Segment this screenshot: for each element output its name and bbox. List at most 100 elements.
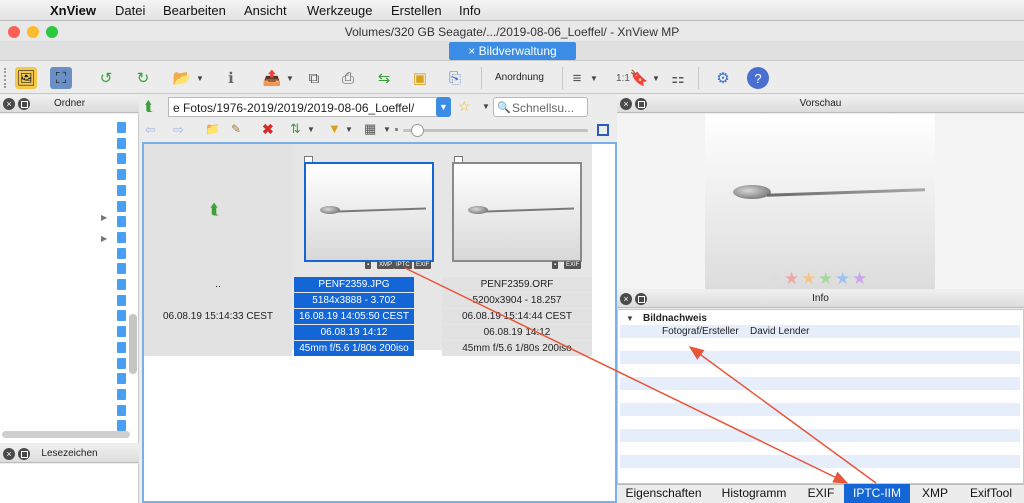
back-arrow-icon[interactable]: ⇦	[145, 122, 156, 138]
file-browser-area[interactable]: ⮬ ▪ XMP IPTC EXIF ▪ EXIF .. 06.08.19 15:…	[142, 142, 617, 503]
folder-icon[interactable]	[117, 216, 126, 228]
rotate-left-icon[interactable]: ↺	[95, 67, 117, 89]
rating-stars[interactable]: ★ ★ ★ ★ ★ ★	[767, 269, 877, 289]
parent-folder-icon[interactable]: ⮬	[145, 98, 153, 115]
tab-eigenschaften[interactable]: Eigenschaften	[619, 484, 708, 503]
properties-icon[interactable]: ℹ	[220, 67, 242, 89]
compare-icon[interactable]: ⧉	[303, 67, 325, 89]
folder-icon[interactable]	[117, 310, 126, 322]
menu-info[interactable]: Info	[459, 3, 481, 18]
tab-bildverwaltung[interactable]: × Bildverwaltung	[449, 42, 576, 60]
tab-xmp[interactable]: XMP	[914, 484, 956, 503]
menu-ansicht[interactable]: Ansicht	[244, 3, 287, 18]
bookmarks-list[interactable]	[0, 464, 139, 503]
fullscreen-icon[interactable]: ⛶	[50, 67, 72, 89]
float-panel-icon[interactable]	[18, 448, 30, 460]
tab-close-icon[interactable]: ×	[468, 44, 475, 58]
folder-icon[interactable]	[117, 294, 126, 306]
close-panel-icon[interactable]: ×	[620, 98, 632, 110]
toolbar-grip[interactable]	[4, 68, 7, 88]
rotate-right-icon[interactable]: ↻	[132, 67, 154, 89]
folder-icon[interactable]	[117, 137, 126, 149]
close-panel-icon[interactable]: ×	[3, 98, 15, 110]
path-field[interactable]: e Fotos/1976-2019/2019/2019-08-06_Loeffe…	[168, 97, 438, 117]
folder-icon[interactable]	[117, 341, 126, 353]
filter-icon[interactable]: ▼	[328, 121, 341, 136]
folder-icon[interactable]	[117, 357, 126, 369]
rating-star-icon[interactable]: ★	[801, 269, 816, 289]
chevron-down-icon[interactable]: ▼	[345, 125, 353, 134]
folder-icon[interactable]	[117, 153, 126, 165]
menu-werkzeuge[interactable]: Werkzeuge	[307, 3, 373, 18]
quick-search-input[interactable]: 🔍 Schnellsu...	[493, 97, 588, 117]
folder-icon[interactable]	[117, 231, 126, 243]
export-icon[interactable]: 📤	[261, 67, 283, 89]
chevron-down-icon[interactable]: ▼	[652, 74, 660, 83]
batch-convert-icon[interactable]: ⇆	[373, 67, 395, 89]
folder-icon[interactable]	[117, 404, 126, 416]
slideshow-icon[interactable]: ▣	[409, 67, 431, 89]
folder-icon[interactable]	[117, 388, 126, 400]
rating-star-icon[interactable]: ★	[835, 269, 850, 289]
tab-iptc-iim[interactable]: IPTC-IIM	[844, 484, 910, 503]
capture-icon[interactable]: ⎘	[444, 67, 466, 89]
help-icon[interactable]: ?	[747, 67, 769, 89]
folder-icon[interactable]	[117, 326, 126, 338]
float-panel-icon[interactable]	[635, 293, 647, 305]
chevron-down-icon[interactable]: ▼	[286, 74, 294, 83]
menu-erstellen[interactable]: Erstellen	[391, 3, 442, 18]
settings-icon[interactable]: ⚙	[712, 67, 734, 89]
chevron-down-icon[interactable]: ▼	[307, 125, 315, 134]
sort-order-icon[interactable]: ⇅	[290, 121, 301, 137]
slider-knob[interactable]	[411, 124, 424, 137]
print-icon[interactable]: ⎙	[337, 67, 359, 89]
folder-hscrollbar[interactable]	[2, 431, 130, 438]
folder-icon[interactable]	[117, 247, 126, 259]
bookmark-icon[interactable]: 🔖	[628, 67, 650, 89]
folder-icon[interactable]	[117, 373, 126, 385]
rename-icon[interactable]: ✎	[231, 122, 241, 136]
folder-icon[interactable]	[117, 169, 126, 181]
chevron-down-icon[interactable]: ▼	[383, 125, 391, 134]
folder-icon[interactable]	[117, 420, 126, 432]
view-mode-icon[interactable]: ▦	[364, 121, 376, 137]
tab-histogramm[interactable]: Histogramm	[713, 484, 795, 503]
rating-star-icon[interactable]: ★	[818, 269, 833, 289]
expand-arrow-icon[interactable]: ▶	[101, 213, 107, 222]
path-dropdown-button[interactable]: ▼	[436, 97, 451, 117]
folder-icon[interactable]	[117, 200, 126, 212]
forward-arrow-icon[interactable]: ⇨	[173, 122, 184, 138]
chevron-down-icon[interactable]: ▼	[482, 102, 490, 111]
chevron-down-icon[interactable]: ▼	[196, 74, 204, 83]
rating-star-icon[interactable]: ★	[784, 269, 799, 289]
rating-star-icon[interactable]: ★	[767, 269, 782, 289]
menu-datei[interactable]: Datei	[115, 3, 145, 18]
arrange-label[interactable]: Anordnung	[495, 72, 544, 83]
folder-scrollbar[interactable]	[129, 314, 137, 374]
collapse-arrow-icon[interactable]: ▼	[626, 314, 634, 323]
thumb-size-max-icon[interactable]	[597, 124, 609, 136]
sort-icon[interactable]: ≡	[566, 67, 588, 89]
folder-tree[interactable]: ▶ ▶	[0, 114, 139, 443]
favorite-star-icon[interactable]: ☆	[458, 98, 471, 115]
menu-bearbeiten[interactable]: Bearbeiten	[163, 3, 226, 18]
preview-area[interactable]: ★ ★ ★ ★ ★ ★	[617, 114, 1024, 289]
delete-icon[interactable]: ✖	[262, 121, 274, 138]
app-menu[interactable]: XnView	[50, 3, 96, 18]
folder-icon[interactable]	[117, 263, 126, 275]
folder-icon[interactable]	[117, 122, 126, 133]
new-folder-icon[interactable]: 📁	[205, 122, 220, 136]
float-panel-icon[interactable]	[18, 98, 30, 110]
float-panel-icon[interactable]	[635, 98, 647, 110]
close-panel-icon[interactable]: ×	[620, 293, 632, 305]
folder-icon[interactable]	[117, 279, 126, 290]
tab-exiftool[interactable]: ExifTool	[960, 484, 1022, 503]
open-image-icon[interactable]: 🖼	[15, 67, 37, 89]
folder-icon[interactable]	[117, 184, 126, 196]
move-to-icon[interactable]: 📂	[171, 67, 193, 89]
close-panel-icon[interactable]: ×	[3, 448, 15, 460]
tab-exif[interactable]: EXIF	[800, 484, 842, 503]
folder-tree-icon[interactable]: ⚏	[667, 67, 689, 89]
thumbnail-size-slider[interactable]	[403, 129, 588, 132]
rating-star-icon[interactable]: ★	[852, 269, 867, 289]
